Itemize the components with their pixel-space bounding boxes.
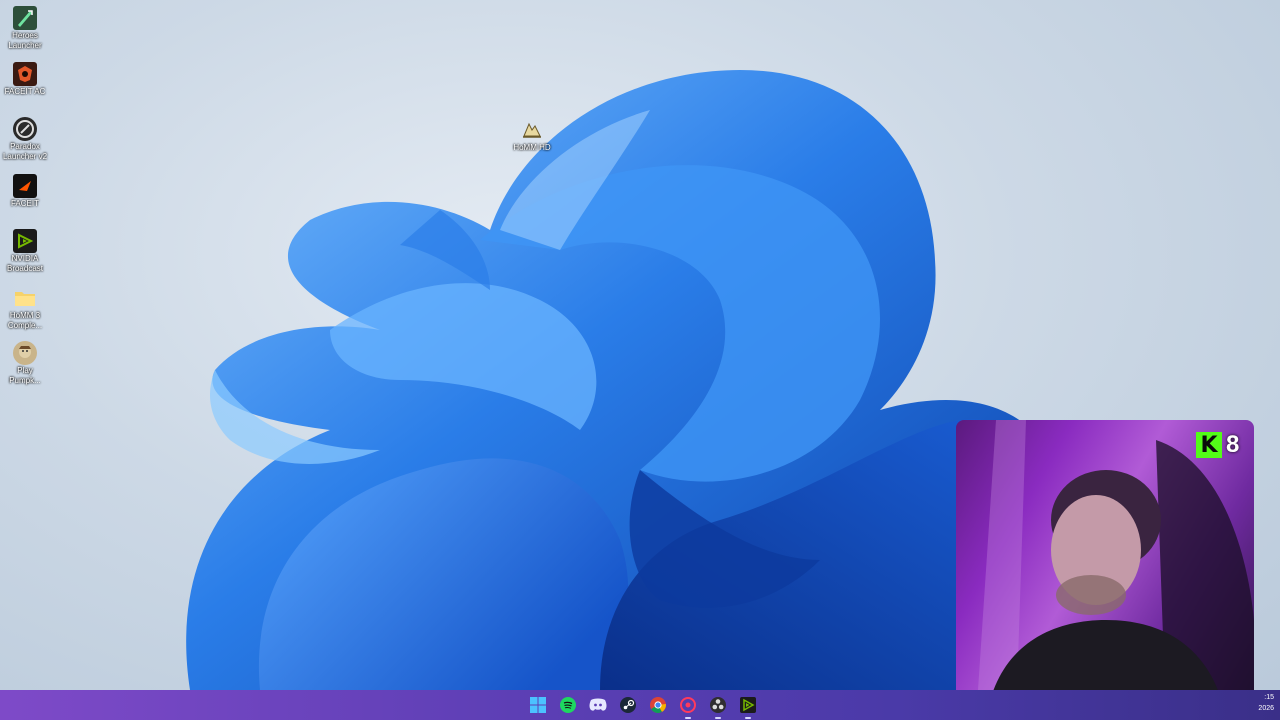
taskbar-app-list bbox=[526, 690, 760, 720]
webcam-overlay bbox=[956, 420, 1254, 720]
play-pumpkin-icon bbox=[13, 341, 37, 365]
spotify-icon bbox=[560, 697, 576, 713]
system-clock[interactable]: :15 2026 bbox=[1258, 692, 1274, 714]
taskbar-steam[interactable] bbox=[616, 693, 640, 717]
kick-viewer-badge: K 8 bbox=[1196, 428, 1252, 462]
obs-icon bbox=[710, 697, 726, 713]
app-red-icon bbox=[680, 697, 696, 713]
taskbar bbox=[0, 690, 1280, 720]
desktop-icon-label: HoMM 3 Comple... bbox=[7, 311, 43, 330]
desktop-icon-homm3-folder[interactable]: HoMM 3 Comple... bbox=[0, 286, 50, 331]
taskbar-spotify[interactable] bbox=[556, 693, 580, 717]
desktop-icon-label: Heroes Launcher bbox=[8, 31, 42, 50]
running-indicator bbox=[715, 717, 721, 719]
clock-date: 2026 bbox=[1258, 705, 1274, 712]
folder-icon bbox=[13, 286, 37, 310]
homm-hd-icon bbox=[520, 118, 544, 142]
running-indicator bbox=[685, 717, 691, 719]
desktop-icon-faceit-ac[interactable]: FACEIT AC bbox=[0, 62, 50, 97]
desktop-icon-homm-hd[interactable]: HoMM HD bbox=[507, 118, 557, 153]
desktop-icon-label: HoMM HD bbox=[513, 143, 551, 152]
faceit-icon bbox=[13, 174, 37, 198]
windows-start-icon bbox=[530, 697, 546, 713]
streamer-silhouette bbox=[976, 420, 1254, 720]
desktop-icon-paradox-launcher[interactable]: Paradox Launcher v2 bbox=[0, 117, 50, 162]
discord-icon bbox=[589, 698, 607, 711]
taskbar-obs[interactable] bbox=[706, 693, 730, 719]
desktop-icon-nvidia-broadcast[interactable]: NVIDIA Broadcast bbox=[0, 229, 50, 274]
desktop-icon-label: FACEIT AC bbox=[4, 87, 46, 96]
desktop-icon-label: NVIDIA Broadcast bbox=[6, 254, 44, 273]
kick-logo-icon: K bbox=[1196, 432, 1222, 458]
taskbar-discord[interactable] bbox=[586, 693, 610, 717]
desktop-icon-heroes-launcher[interactable]: Heroes Launcher bbox=[0, 6, 50, 51]
nvidia-broadcast-icon bbox=[13, 229, 37, 253]
nvidia-broadcast-taskbar-icon bbox=[740, 697, 756, 713]
chrome-icon bbox=[650, 697, 666, 713]
desktop-icon-faceit[interactable]: FACEIT bbox=[0, 174, 50, 209]
paradox-launcher-icon bbox=[13, 117, 37, 141]
viewer-count: 8 bbox=[1226, 431, 1240, 458]
clock-time: :15 bbox=[1264, 694, 1274, 701]
faceit-ac-icon bbox=[13, 62, 37, 86]
steam-icon bbox=[620, 697, 636, 713]
running-indicator bbox=[745, 717, 751, 719]
desktop-icon-label: FACEIT bbox=[10, 199, 39, 208]
taskbar-chrome[interactable] bbox=[646, 693, 670, 717]
desktop-icon-label: Paradox Launcher v2 bbox=[2, 142, 48, 161]
taskbar-nvidia-broadcast[interactable] bbox=[736, 693, 760, 719]
taskbar-app-red[interactable] bbox=[676, 693, 700, 719]
desktop-icon-label: Play Pumpk... bbox=[9, 366, 41, 385]
start-button[interactable] bbox=[526, 693, 550, 717]
heroes-launcher-icon bbox=[13, 6, 37, 30]
desktop-icon-play-pumpkin[interactable]: Play Pumpk... bbox=[0, 341, 50, 386]
